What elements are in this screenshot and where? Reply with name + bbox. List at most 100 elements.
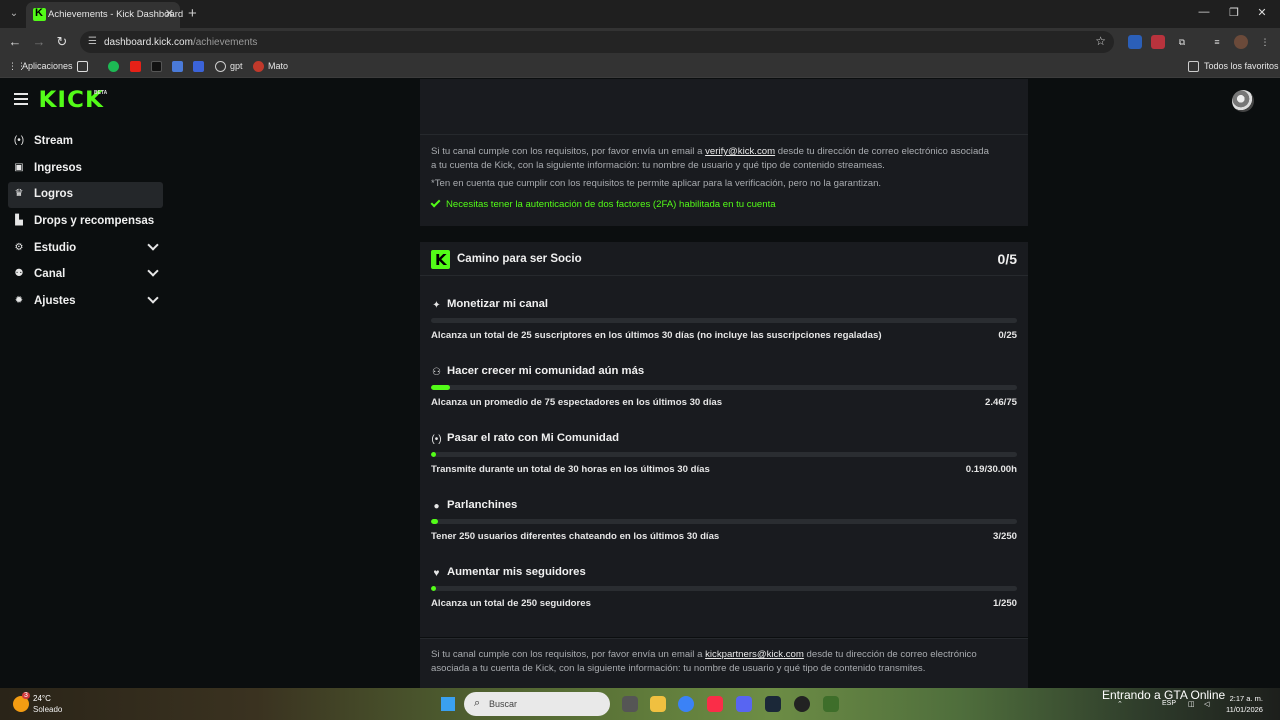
address-bar[interactable]: ☰ dashboard.kick.com/achievements ☆ bbox=[80, 31, 1114, 53]
requirement-2fa: Necesitas tener la autenticación de dos … bbox=[430, 197, 776, 210]
user-avatar[interactable] bbox=[1232, 90, 1254, 112]
bookmark-mato[interactable]: Mato bbox=[268, 61, 288, 71]
weather-desc[interactable]: Soleado bbox=[33, 705, 62, 714]
hamburger-menu-icon[interactable] bbox=[14, 93, 28, 105]
goal-item: ✦ Monetizar mi canal Alcanza un total de… bbox=[431, 298, 1017, 358]
goal-description: Alcanza un promedio de 75 espectadores e… bbox=[431, 397, 723, 408]
goal-progress-bar bbox=[431, 318, 1017, 323]
broadcast-icon: (•) bbox=[431, 434, 442, 445]
grid-bookmark-icon[interactable] bbox=[77, 61, 88, 72]
verification-card: Si tu canal cumple con los requisitos, p… bbox=[420, 79, 1028, 226]
network-icon[interactable]: ◫ bbox=[1188, 700, 1195, 708]
file-explorer-icon[interactable] bbox=[650, 696, 666, 712]
extension-icon[interactable] bbox=[1128, 35, 1142, 49]
browser-tab[interactable]: Achievements - Kick Dashboard ✕ bbox=[26, 2, 184, 28]
sidebar-item-stream[interactable]: (•) Stream bbox=[8, 129, 163, 155]
bookmark-icon[interactable] bbox=[193, 61, 204, 72]
chevron-down-icon[interactable] bbox=[147, 292, 159, 304]
check-icon bbox=[430, 197, 441, 208]
partner-email-link[interactable]: kickpartners@kick.com bbox=[705, 649, 804, 660]
restore-icon[interactable]: ❐ bbox=[1224, 6, 1244, 19]
taskview-icon[interactable] bbox=[622, 696, 638, 712]
volume-icon[interactable]: ◁ bbox=[1204, 700, 1209, 708]
sidebar-item-canal[interactable]: ⚉ Canal bbox=[8, 262, 163, 288]
tiktok-icon[interactable] bbox=[151, 61, 162, 72]
minimize-icon[interactable]: — bbox=[1194, 6, 1214, 18]
music-icon[interactable] bbox=[707, 696, 723, 712]
chrome-icon[interactable] bbox=[678, 696, 694, 712]
back-icon[interactable]: ← bbox=[7, 34, 23, 49]
rockstar-icon[interactable] bbox=[794, 696, 810, 712]
forward-icon[interactable]: → bbox=[31, 34, 47, 49]
goal-progress-bar bbox=[431, 519, 1017, 524]
partner-card: Camino para ser Socio 0/5 ✦ Monetizar mi… bbox=[420, 242, 1028, 637]
goal-progress-bar bbox=[431, 385, 1017, 390]
windows-start-icon[interactable] bbox=[441, 697, 455, 711]
system-clock[interactable]: 2:17 a. m. 11/01/2026 bbox=[1226, 693, 1263, 715]
window-close-icon[interactable]: ✕ bbox=[1252, 6, 1272, 19]
url-text[interactable]: dashboard.kick.com/achievements bbox=[104, 37, 257, 48]
goal-title: Aumentar mis seguidores bbox=[447, 566, 586, 578]
goal-description: Transmite durante un total de 30 horas e… bbox=[431, 464, 710, 475]
sidebar-item-drops[interactable]: ▙ Drops y recompensas bbox=[8, 209, 163, 235]
spotify-icon[interactable] bbox=[108, 61, 119, 72]
wallet-icon: ▣ bbox=[14, 161, 24, 173]
folder-icon[interactable] bbox=[1188, 61, 1199, 72]
youtube-icon[interactable] bbox=[130, 61, 141, 72]
chevron-down-icon[interactable] bbox=[147, 239, 159, 251]
sidebar-item-ajustes[interactable]: ✹ Ajustes bbox=[8, 289, 163, 315]
reload-icon[interactable]: ↻ bbox=[54, 34, 70, 50]
media-icon[interactable]: ≡ bbox=[1210, 35, 1224, 49]
clock-date: 11/01/2026 bbox=[1226, 705, 1263, 714]
profile-icon[interactable] bbox=[1234, 35, 1248, 49]
tab-search-icon[interactable]: ⌄ bbox=[6, 6, 22, 22]
sidebar-item-logros[interactable]: ♛ Logros bbox=[8, 182, 163, 209]
partner-count: 0/5 bbox=[997, 251, 1017, 267]
weather-badge: 3 bbox=[22, 692, 30, 699]
browser-toolbar: ← → ↻ ☰ dashboard.kick.com/achievements … bbox=[0, 28, 1280, 56]
all-favorites[interactable]: Todos los favoritos bbox=[1204, 61, 1279, 71]
extension-icon[interactable] bbox=[1151, 35, 1165, 49]
new-tab-icon[interactable]: + bbox=[188, 5, 197, 22]
sparkle-icon: ✦ bbox=[432, 300, 441, 311]
bookmark-gpt[interactable]: gpt bbox=[230, 61, 243, 71]
goal-value: 1/250 bbox=[992, 598, 1017, 609]
verification-text-line2: a tu cuenta de Kick, con la siguiente in… bbox=[431, 160, 885, 171]
apps-grid-icon[interactable]: ⋮⋮ bbox=[8, 61, 26, 72]
verification-text: Si tu canal cumple con los requisitos, p… bbox=[431, 146, 989, 157]
goal-progress-fill bbox=[431, 586, 437, 591]
discord-icon[interactable] bbox=[736, 696, 752, 712]
goal-description: Alcanza un total de 25 suscriptores en l… bbox=[431, 330, 882, 341]
chevron-down-icon[interactable] bbox=[147, 265, 159, 278]
browser-tabbar: ⌄ Achievements - Kick Dashboard ✕ + — ❐ … bbox=[0, 0, 1280, 28]
openai-icon[interactable] bbox=[215, 61, 226, 72]
partner-title: Camino para ser Socio bbox=[457, 253, 582, 265]
tab-close-icon[interactable]: ✕ bbox=[165, 7, 174, 20]
game-icon[interactable] bbox=[823, 696, 839, 712]
mato-icon[interactable] bbox=[253, 61, 264, 72]
heart-icon: ♥ bbox=[433, 568, 440, 579]
goal-progress-fill bbox=[431, 385, 451, 390]
sidebar-item-label: Estudio bbox=[34, 241, 77, 254]
goal-title: Hacer crecer mi comunidad aún más bbox=[447, 365, 645, 377]
language-indicator[interactable]: ESP bbox=[1162, 700, 1176, 707]
sidebar-item-ingresos[interactable]: ▣ Ingresos bbox=[8, 156, 163, 182]
sidebar-item-estudio[interactable]: ⚙ Estudio bbox=[8, 236, 163, 262]
settings-icon: ✹ bbox=[14, 295, 24, 307]
more-menu-icon[interactable]: ⋮ bbox=[1258, 35, 1272, 49]
translate-icon[interactable] bbox=[172, 61, 183, 72]
site-info-icon[interactable]: ☰ bbox=[88, 36, 97, 47]
taskbar-search[interactable]: ⌕ Buscar bbox=[464, 692, 610, 716]
weather-temp[interactable]: 24°C bbox=[33, 694, 51, 703]
verify-email-link[interactable]: verify@kick.com bbox=[705, 146, 775, 157]
goal-item: ⚇ Hacer crecer mi comunidad aún más Alca… bbox=[431, 365, 1017, 425]
steam-icon[interactable] bbox=[765, 696, 781, 712]
broadcast-icon: (•) bbox=[13, 135, 25, 146]
kick-favicon-icon bbox=[33, 7, 46, 21]
bookmark-star-icon[interactable]: ☆ bbox=[1095, 34, 1106, 48]
bookmark-apps[interactable]: Aplicaciones bbox=[22, 61, 73, 71]
tab-title: Achievements - Kick Dashboard bbox=[48, 9, 184, 20]
tray-chevron-icon[interactable]: ⌃ bbox=[1117, 700, 1123, 708]
extensions-puzzle-icon[interactable]: ⧉ bbox=[1175, 35, 1189, 49]
goal-value: 0/25 bbox=[998, 330, 1017, 341]
